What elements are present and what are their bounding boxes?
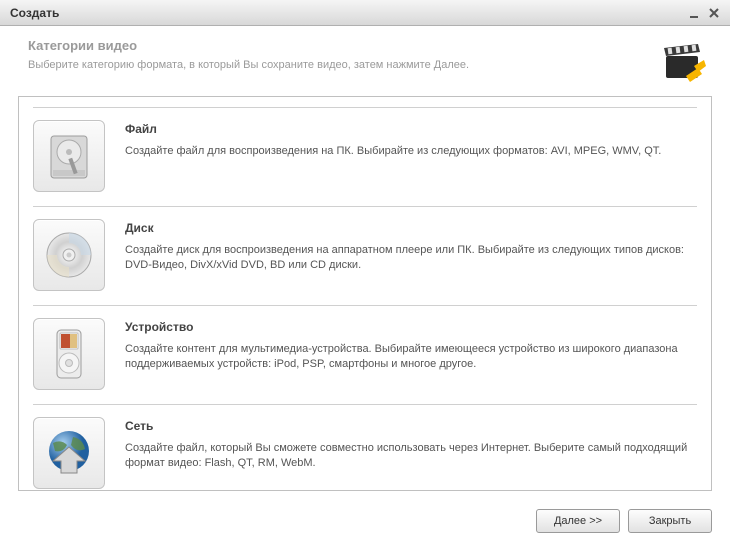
device-category-button[interactable] bbox=[33, 318, 105, 390]
next-button[interactable]: Далее >> bbox=[536, 509, 620, 533]
header-text: Категории видео Выберите категорию форма… bbox=[28, 38, 660, 86]
category-desc: Создайте контент для мультимедиа-устройс… bbox=[125, 342, 697, 373]
category-device: Устройство Создайте контент для мультиме… bbox=[33, 305, 697, 404]
create-window: Создать Категории видео Выберите категор… bbox=[0, 0, 730, 547]
content-wrap: Файл Создайте файл для воспроизведения н… bbox=[0, 96, 730, 499]
content-box: Файл Создайте файл для воспроизведения н… bbox=[18, 96, 712, 491]
category-desc: Создайте файл для воспроизведения на ПК.… bbox=[125, 144, 697, 159]
category-text: Сеть Создайте файл, который Вы сможете с… bbox=[125, 417, 697, 489]
ipod-icon bbox=[41, 326, 97, 382]
category-title: Диск bbox=[125, 221, 697, 235]
category-desc: Создайте диск для воспроизведения на апп… bbox=[125, 243, 697, 274]
category-web: Сеть Создайте файл, который Вы сможете с… bbox=[33, 404, 697, 499]
category-text: Диск Создайте диск для воспроизведения н… bbox=[125, 219, 697, 291]
header-subtitle: Выберите категорию формата, в который Вы… bbox=[28, 59, 660, 71]
minimize-button[interactable] bbox=[684, 4, 704, 22]
category-text: Файл Создайте файл для воспроизведения н… bbox=[125, 120, 697, 192]
disc-icon bbox=[41, 227, 97, 283]
file-category-button[interactable] bbox=[33, 120, 105, 192]
close-dialog-button[interactable]: Закрыть bbox=[628, 509, 712, 533]
category-title: Файл bbox=[125, 122, 697, 136]
close-button[interactable] bbox=[704, 4, 724, 22]
category-title: Сеть bbox=[125, 419, 697, 433]
category-text: Устройство Создайте контент для мультиме… bbox=[125, 318, 697, 390]
titlebar: Создать bbox=[0, 0, 730, 26]
window-title: Создать bbox=[10, 6, 684, 20]
close-icon bbox=[708, 7, 720, 19]
header: Категории видео Выберите категорию форма… bbox=[0, 26, 730, 96]
web-category-button[interactable] bbox=[33, 417, 105, 489]
globe-icon bbox=[41, 425, 97, 481]
footer: Далее >> Закрыть bbox=[0, 499, 730, 547]
category-desc: Создайте файл, который Вы сможете совмес… bbox=[125, 441, 697, 472]
minimize-icon bbox=[688, 7, 700, 19]
category-disc: Диск Создайте диск для воспроизведения н… bbox=[33, 206, 697, 305]
category-file: Файл Создайте файл для воспроизведения н… bbox=[33, 107, 697, 206]
header-title: Категории видео bbox=[28, 38, 660, 53]
category-title: Устройство bbox=[125, 320, 697, 334]
header-clapper-icon bbox=[660, 38, 708, 86]
disc-category-button[interactable] bbox=[33, 219, 105, 291]
hard-drive-icon bbox=[41, 128, 97, 184]
